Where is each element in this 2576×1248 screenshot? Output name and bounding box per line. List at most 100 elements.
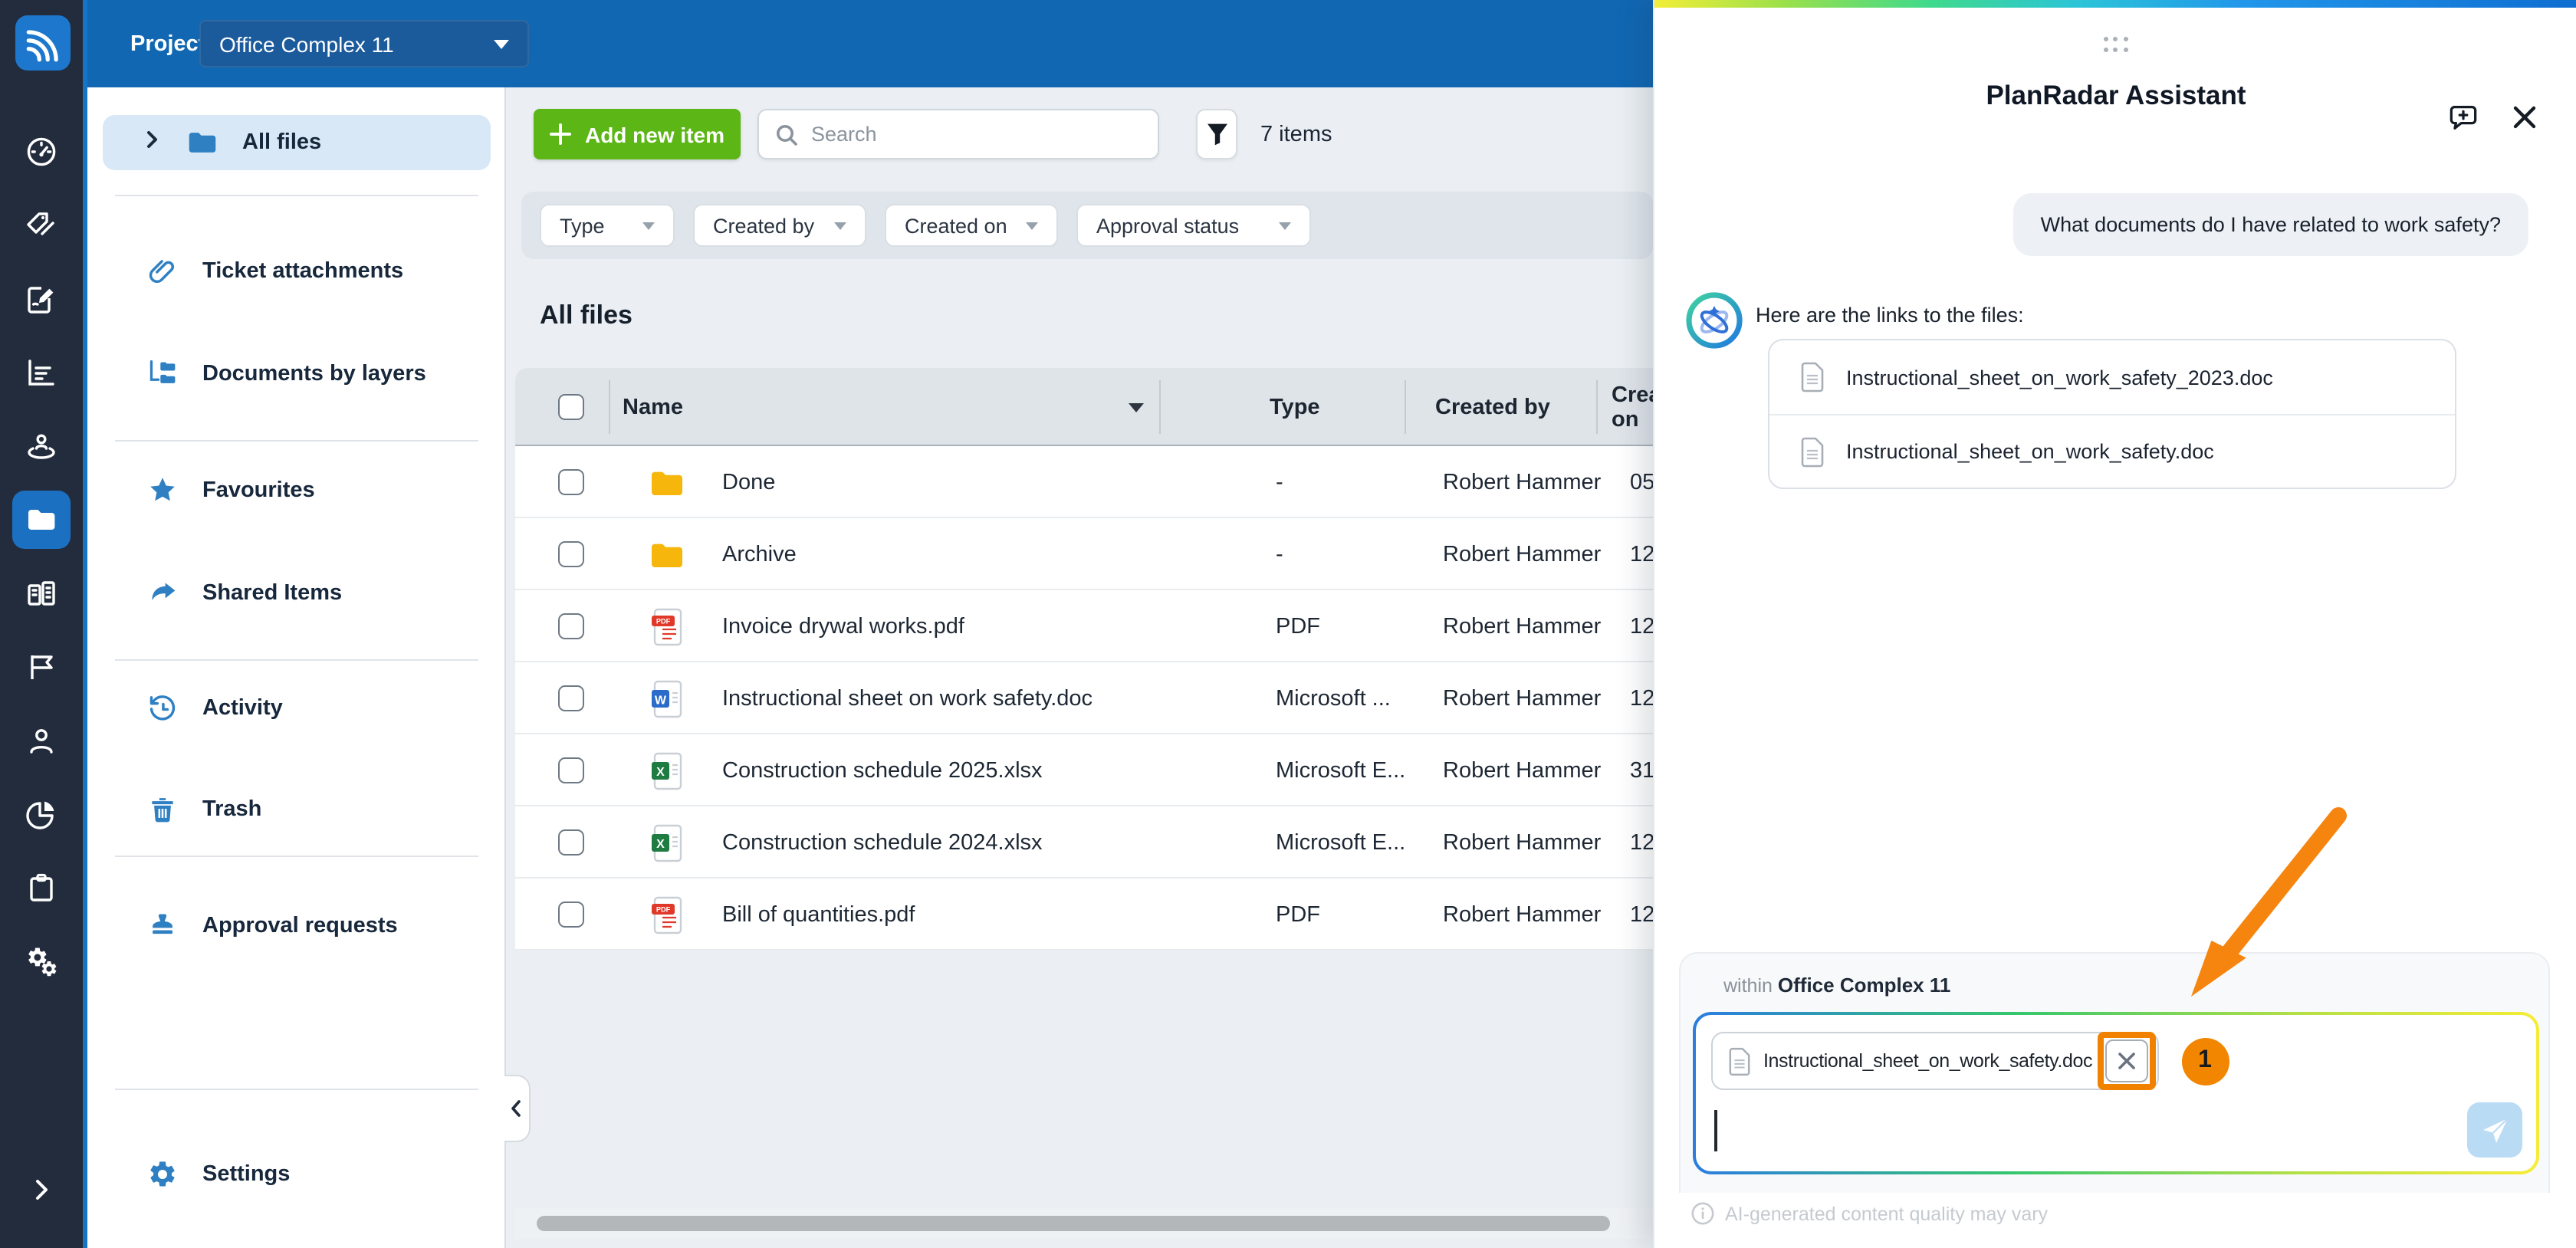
send-button[interactable]: [2467, 1102, 2522, 1158]
rail-expand-button[interactable]: [0, 1174, 83, 1205]
remove-attachment-button[interactable]: [2104, 1039, 2147, 1082]
new-chat-icon[interactable]: [2444, 98, 2481, 135]
sidebar-item-shared-items[interactable]: Shared Items: [103, 566, 491, 621]
filter-created-by[interactable]: Created by: [693, 204, 866, 247]
table-row[interactable]: X Construction schedule 2024.xlsx Micros…: [515, 806, 1653, 879]
files-table: Name Type Created by Created on Done - R…: [515, 368, 1653, 951]
sidebar-item-ticket-attachments[interactable]: Ticket attachments: [103, 244, 491, 299]
horizontal-scrollbar[interactable]: [537, 1216, 1610, 1231]
divider: [115, 856, 478, 857]
table-row[interactable]: PDF Bill of quantities.pdf PDF Robert Ha…: [515, 879, 1653, 951]
file-created-by: Robert Hammer: [1443, 879, 1601, 951]
file-name: Bill of quantities.pdf: [722, 879, 915, 951]
assistant-panel: PlanRadar Assistant What documents do I …: [1653, 0, 2576, 1248]
assistant-avatar: [1685, 291, 1743, 350]
column-header-name[interactable]: Name: [623, 368, 683, 446]
scope-line: within Office Complex 11: [1723, 974, 1950, 997]
column-header-created-by[interactable]: Created by: [1435, 368, 1550, 446]
row-checkbox[interactable]: [558, 541, 584, 567]
column-header-created-on[interactable]: Created on: [1612, 368, 1653, 446]
search-input[interactable]: [811, 123, 1142, 146]
rail-clipboard-icon[interactable]: [12, 859, 71, 917]
project-selector[interactable]: Office Complex 11: [199, 20, 529, 67]
sidebar-item-all-files[interactable]: All files: [103, 115, 491, 170]
filter-bar: Type Created by Created on Approval stat…: [521, 192, 1653, 259]
planradar-logo[interactable]: [15, 15, 71, 71]
file-link[interactable]: Instructional_sheet_on_work_safety_2023.…: [1769, 340, 2455, 414]
rail-statistics-icon[interactable]: [12, 343, 71, 402]
message-input[interactable]: Instructional_sheet_on_work_safety.doc 1: [1696, 1015, 2536, 1171]
pdf-file-icon: PDF: [649, 607, 685, 647]
column-header-type[interactable]: Type: [1270, 368, 1320, 446]
file-type: Microsoft E...: [1276, 734, 1405, 806]
info-icon: [1691, 1202, 1714, 1225]
svg-text:PDF: PDF: [656, 906, 671, 914]
layers-folders-icon: [147, 359, 178, 389]
chevron-down-icon: [1279, 222, 1291, 229]
column-divider: [1405, 380, 1406, 434]
plus-icon: [550, 123, 573, 146]
filter-type[interactable]: Type: [540, 204, 675, 247]
file-link[interactable]: Instructional_sheet_on_work_safety.doc: [1769, 414, 2455, 488]
sidebar-item-favourites[interactable]: Favourites: [103, 463, 491, 518]
table-row[interactable]: PDF Invoice drywal works.pdf PDF Robert …: [515, 590, 1653, 662]
assistant-message: Here are the links to the files:: [1756, 304, 2024, 327]
drag-handle[interactable]: [2103, 37, 2128, 51]
excel-file-icon: X: [649, 751, 685, 791]
sidebar-item-approval-requests[interactable]: Approval requests: [103, 898, 491, 954]
document-icon: [1728, 1046, 1751, 1076]
chevron-down-icon: [642, 222, 655, 229]
rail-dashboard-icon[interactable]: [12, 123, 71, 181]
sidebar-collapse-button[interactable]: [504, 1075, 531, 1142]
folder-icon: [649, 535, 685, 575]
rail-tags-icon[interactable]: [12, 196, 71, 255]
rail-tickets-icon[interactable]: [12, 270, 71, 328]
filter-approval-status[interactable]: Approval status: [1076, 204, 1311, 247]
select-all-checkbox[interactable]: [558, 394, 584, 420]
filter-button[interactable]: [1196, 109, 1237, 159]
sidebar-item-label: Documents by layers: [202, 362, 426, 386]
folder-icon: [649, 463, 685, 503]
table-row[interactable]: Done - Robert Hammer 05: [515, 446, 1653, 518]
row-checkbox[interactable]: [558, 902, 584, 928]
row-checkbox[interactable]: [558, 685, 584, 711]
gear-icon: [147, 1159, 178, 1190]
file-type: Microsoft ...: [1276, 662, 1391, 734]
assistant-title: PlanRadar Assistant: [1654, 80, 2576, 112]
table-row[interactable]: X Construction schedule 2025.xlsx Micros…: [515, 734, 1653, 806]
sidebar-item-label: Shared Items: [202, 581, 342, 606]
scope-project: Office Complex 11: [1778, 974, 1950, 997]
rail-flag-icon[interactable]: [12, 638, 71, 696]
row-checkbox[interactable]: [558, 469, 584, 495]
sidebar-item-settings[interactable]: Settings: [103, 1147, 491, 1202]
rail-user-icon[interactable]: [12, 711, 71, 770]
table-row[interactable]: Archive - Robert Hammer 12: [515, 518, 1653, 590]
sidebar-item-documents-by-layers[interactable]: Documents by layers: [103, 346, 491, 402]
rail-reports-icon[interactable]: [12, 785, 71, 843]
file-type: -: [1276, 518, 1283, 590]
row-checkbox[interactable]: [558, 613, 584, 639]
filter-created-on[interactable]: Created on: [885, 204, 1058, 247]
column-divider: [1596, 380, 1598, 434]
share-arrow-icon: [147, 578, 178, 609]
file-created-on: 31: [1630, 734, 1653, 806]
file-created-by: Robert Hammer: [1443, 662, 1601, 734]
file-list-area: Add new item 7 items Type Created by Cre…: [506, 87, 1653, 1248]
file-created-on: 12: [1630, 518, 1653, 590]
rail-documents-icon[interactable]: [12, 491, 71, 549]
table-row[interactable]: W Instructional sheet on work safety.doc…: [515, 662, 1653, 734]
rail-admin-settings-icon[interactable]: [12, 932, 71, 990]
file-name: Done: [722, 446, 775, 518]
attachment-chip[interactable]: Instructional_sheet_on_work_safety.doc: [1711, 1032, 2158, 1090]
row-checkbox[interactable]: [558, 757, 584, 783]
svg-text:X: X: [656, 766, 665, 779]
sidebar-item-activity[interactable]: Activity: [103, 681, 491, 736]
add-new-item-button[interactable]: Add new item: [534, 109, 741, 159]
row-checkbox[interactable]: [558, 829, 584, 856]
rail-company-icon[interactable]: [12, 564, 71, 622]
sidebar-item-trash[interactable]: Trash: [103, 782, 491, 837]
chevron-right-icon[interactable]: [141, 129, 163, 156]
close-icon[interactable]: [2505, 98, 2542, 135]
sort-caret-icon[interactable]: [1129, 368, 1144, 446]
rail-site-presence-icon[interactable]: [12, 417, 71, 475]
